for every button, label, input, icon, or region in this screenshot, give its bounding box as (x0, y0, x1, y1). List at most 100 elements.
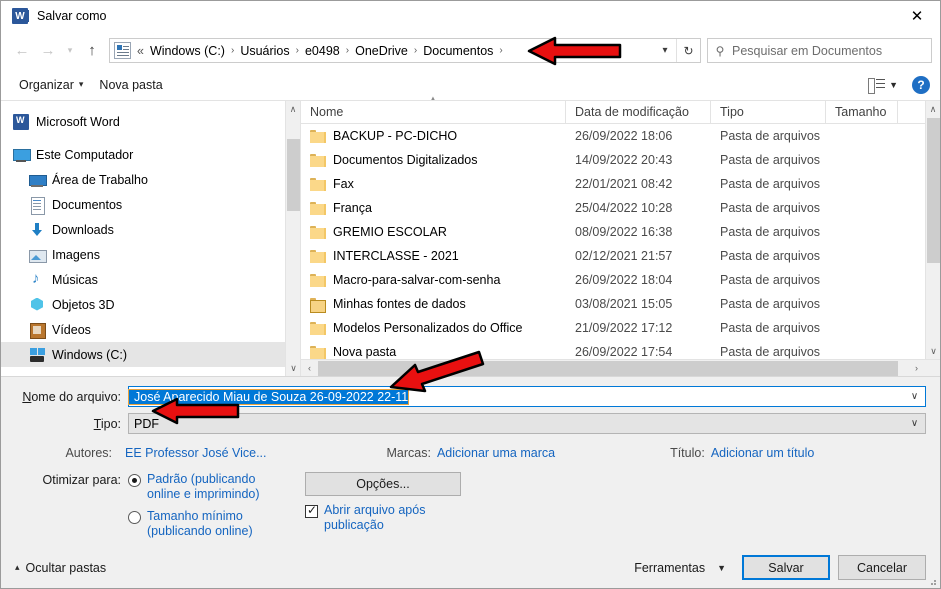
tags-label: Marcas: (386, 446, 431, 460)
chevron-up-icon: ▴ (15, 562, 20, 572)
chevron-down-icon[interactable]: ∨ (904, 391, 925, 402)
radio-tamanho-minimo[interactable]: Tamanho mínimo (publicando online) (128, 509, 260, 539)
sidebar-item-downloads[interactable]: Downloads (1, 217, 300, 242)
scroll-left-icon[interactable]: ‹ (301, 360, 318, 377)
sidebar-item-imagens[interactable]: Imagens (1, 242, 300, 267)
file-name: Documentos Digitalizados (333, 153, 478, 167)
sidebar-item-microsoft-word[interactable]: Microsoft Word (1, 109, 300, 134)
recent-locations-chevron-down-icon[interactable]: ▾ (61, 38, 79, 64)
cancel-button[interactable]: Cancelar (838, 555, 926, 580)
save-button[interactable]: Salvar (742, 555, 830, 580)
refresh-icon[interactable]: ↻ (676, 39, 700, 62)
column-header-tamanho[interactable]: Tamanho (826, 100, 898, 124)
scroll-down-icon[interactable]: ∨ (926, 343, 941, 359)
view-mode-icon[interactable] (868, 77, 886, 94)
table-row[interactable]: França 25/04/2022 10:28 Pasta de arquivo… (301, 196, 940, 220)
sidebar-item-area-de-trabalho[interactable]: Área de Trabalho (1, 167, 300, 192)
scrollbar-thumb[interactable] (318, 361, 898, 376)
breadcrumb-separator[interactable]: › (411, 45, 420, 56)
resize-grip[interactable] (927, 576, 937, 586)
table-row[interactable]: INTERCLASSE - 2021 02/12/2021 21:57 Past… (301, 244, 940, 268)
open-after-publish-line1: Abrir arquivo após (324, 503, 426, 517)
radio-button-icon[interactable] (128, 511, 141, 524)
radio-padrao[interactable]: Padrão (publicando online e imprimindo) (128, 472, 260, 502)
filetype-value[interactable]: PDF (129, 417, 159, 431)
breadcrumb-separator[interactable]: › (228, 45, 237, 56)
folder-icon (310, 225, 326, 239)
chevron-down-icon[interactable]: ∨ (904, 418, 925, 429)
checkbox-icon[interactable] (305, 503, 318, 518)
dialog-footer: ▴ Ocultar pastas Ferramentas ▼ Salvar Ca… (1, 546, 940, 588)
scrollbar-thumb[interactable] (927, 118, 940, 263)
breadcrumb-item-usuarios[interactable]: Usuários (237, 42, 292, 60)
filename-value[interactable]: José Aparecido Miau de Souza 26-09-2022 … (127, 388, 410, 405)
search-input[interactable]: ⚲ Pesquisar em Documentos (707, 38, 932, 63)
column-header-data-modificacao[interactable]: Data de modificação (566, 100, 711, 124)
tools-button[interactable]: Ferramentas ▼ (626, 556, 734, 580)
breadcrumb-chevron-down-icon[interactable]: ▾ (654, 39, 676, 62)
sidebar-item-documentos[interactable]: Documentos (1, 192, 300, 217)
new-folder-button[interactable]: Nova pasta (91, 75, 170, 95)
options-group: Opções... Abrir arquivo após publicação (305, 472, 461, 546)
authors-value[interactable]: EE Professor José Vice... (125, 446, 267, 460)
folder-icon (310, 201, 326, 215)
breadcrumb-item-documentos[interactable]: Documentos (420, 42, 496, 60)
tags-value[interactable]: Adicionar uma marca (437, 446, 555, 460)
scroll-right-icon[interactable]: › (908, 360, 925, 377)
sidebar-item-label: Imagens (52, 247, 100, 262)
breadcrumb-separator[interactable]: › (496, 45, 505, 56)
column-header-tipo[interactable]: Tipo (711, 100, 826, 124)
organize-button[interactable]: Organizar ▾ (11, 75, 91, 95)
open-after-publish-checkbox-row[interactable]: Abrir arquivo após publicação (305, 503, 425, 533)
filename-input[interactable]: José Aparecido Miau de Souza 26-09-2022 … (127, 386, 926, 407)
file-list-vertical-scrollbar[interactable]: ∧ ∨ (925, 101, 940, 359)
up-arrow-icon[interactable]: ↑ (79, 38, 105, 64)
sidebar-item-musicas[interactable]: Músicas (1, 267, 300, 292)
breadcrumb-item-windows-c[interactable]: Windows (C:) (147, 42, 228, 60)
forward-arrow-icon[interactable]: → (35, 38, 61, 64)
chevron-down-icon: ▼ (717, 562, 726, 573)
file-type: Pasta de arquivos (720, 177, 821, 191)
videos-icon (29, 322, 46, 339)
filetype-select[interactable]: PDF ∨ (128, 413, 926, 434)
breadcrumb[interactable]: « Windows (C:) › Usuários › e0498 › OneD… (109, 38, 701, 63)
table-row[interactable]: BACKUP - PC-DICHO 26/09/2022 18:06 Pasta… (301, 124, 940, 148)
scrollbar-thumb[interactable] (287, 139, 300, 211)
breadcrumb-separator[interactable]: › (343, 45, 352, 56)
back-arrow-icon[interactable]: ← (9, 38, 35, 64)
column-header-nome[interactable]: Nome (301, 100, 566, 124)
sidebar-scrollbar[interactable]: ∧ ∨ (285, 101, 300, 376)
scroll-up-icon[interactable]: ∧ (926, 101, 940, 117)
sidebar-item-videos[interactable]: Vídeos (1, 317, 300, 342)
file-date: 26/09/2022 18:06 (575, 129, 673, 143)
sidebar-item-windows-c[interactable]: Windows (C:) (1, 342, 300, 367)
hide-folders-button[interactable]: ▴ Ocultar pastas (15, 561, 106, 575)
scroll-down-icon[interactable]: ∨ (286, 360, 300, 376)
save-form: Nome do arquivo: José Aparecido Miau de … (1, 376, 940, 546)
table-row[interactable]: Documentos Digitalizados 14/09/2022 20:4… (301, 148, 940, 172)
file-rows: BACKUP - PC-DICHO 26/09/2022 18:06 Pasta… (301, 124, 940, 376)
table-row[interactable]: Macro-para-salvar-com-senha 26/09/2022 1… (301, 268, 940, 292)
view-mode-chevron-down-icon[interactable]: ▼ (889, 80, 898, 90)
column-headers: Nome Data de modificação Tipo Tamanho (301, 100, 940, 124)
breadcrumb-separator[interactable]: › (293, 45, 302, 56)
help-icon[interactable]: ? (912, 75, 930, 94)
breadcrumb-lead[interactable]: « (136, 42, 147, 60)
title-value[interactable]: Adicionar um título (711, 446, 815, 460)
radio-button-icon[interactable] (128, 474, 141, 487)
sidebar-item-label: Área de Trabalho (52, 172, 148, 187)
options-button[interactable]: Opções... (305, 472, 461, 496)
scroll-up-icon[interactable]: ∧ (286, 101, 300, 117)
breadcrumb-item-onedrive[interactable]: OneDrive (352, 42, 411, 60)
file-list-horizontal-scrollbar[interactable]: ‹ › (301, 359, 940, 376)
sidebar-item-este-computador[interactable]: Este Computador (1, 142, 300, 167)
file-name: Modelos Personalizados do Office (333, 321, 523, 335)
table-row[interactable]: Minhas fontes de dados 03/08/2021 15:05 … (301, 292, 940, 316)
table-row[interactable]: Fax 22/01/2021 08:42 Pasta de arquivos (301, 172, 940, 196)
table-row[interactable]: Modelos Personalizados do Office 21/09/2… (301, 316, 940, 340)
folder-icon (310, 345, 326, 359)
sidebar-item-objetos-3d[interactable]: Objetos 3D (1, 292, 300, 317)
breadcrumb-item-e0498[interactable]: e0498 (302, 42, 343, 60)
close-icon[interactable]: ✕ (894, 1, 940, 32)
table-row[interactable]: GREMIO ESCOLAR 08/09/2022 16:38 Pasta de… (301, 220, 940, 244)
